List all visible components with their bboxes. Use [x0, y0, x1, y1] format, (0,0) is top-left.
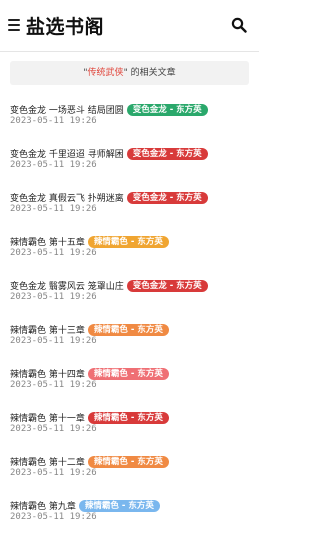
article-item[interactable]: 变色金龙 翳雾风云 笼罩山庄 变色金龙 - 东方英 2023-05-11 19:26 — [0, 270, 259, 314]
article-title[interactable]: 辣情霸色 第十三章 — [10, 326, 85, 336]
article-item[interactable]: 变色金龙 一场恶斗 结局团圆 变色金龙 - 东方英 2023-05-11 19:26 — [0, 94, 259, 138]
article-item[interactable]: 辣情霸色 第十四章 辣情霸色 - 东方英 2023-05-11 19:26 — [0, 358, 259, 402]
category-badge[interactable]: 辣情霸色 - 东方英 — [87, 323, 169, 336]
article-date: 2023-05-11 19:26 — [10, 248, 97, 258]
article-date: 2023-05-11 19:26 — [10, 512, 97, 522]
article-date: 2023-05-11 19:26 — [10, 468, 97, 478]
notice-keyword: 传统武侠 — [87, 68, 124, 78]
article-title[interactable]: 变色金龙 真假云飞 扑朔迷离 — [10, 194, 124, 204]
article-item[interactable]: 辣情霸色 第十五章 辣情霸色 - 东方英 2023-05-11 19:26 — [0, 226, 259, 270]
category-badge[interactable]: 辣情霸色 - 东方英 — [78, 499, 160, 512]
article-list: 变色金龙 一场恶斗 结局团圆 变色金龙 - 东方英 2023-05-11 19:26… — [0, 94, 259, 534]
category-badge[interactable]: 辣情霸色 - 东方英 — [87, 411, 169, 424]
app-header: 盐选书阁 — [0, 0, 259, 52]
category-badge[interactable]: 辣情霸色 - 东方英 — [87, 455, 169, 468]
article-item[interactable]: 辣情霸色 第十二章 辣情霸色 - 东方英 2023-05-11 19:26 — [0, 446, 259, 490]
article-title[interactable]: 变色金龙 翳雾风云 笼罩山庄 — [10, 282, 124, 292]
category-badge[interactable]: 变色金龙 - 东方英 — [126, 147, 208, 160]
category-badge[interactable]: 变色金龙 - 东方英 — [126, 103, 208, 116]
article-title[interactable]: 辣情霸色 第十四章 — [10, 370, 85, 380]
category-badge[interactable]: 变色金龙 - 东方英 — [126, 191, 208, 204]
site-title[interactable]: 盐选书阁 — [26, 12, 104, 39]
article-date: 2023-05-11 19:26 — [10, 160, 97, 170]
article-date: 2023-05-11 19:26 — [10, 116, 97, 126]
article-title[interactable]: 辣情霸色 第十一章 — [10, 414, 85, 424]
article-title[interactable]: 变色金龙 千里迢迢 寻师解困 — [10, 150, 124, 160]
article-date: 2023-05-11 19:26 — [10, 292, 97, 302]
category-badge[interactable]: 变色金龙 - 东方英 — [126, 279, 208, 292]
search-notice: "传统武侠" 的相关文章 — [10, 61, 249, 85]
article-item[interactable]: 变色金龙 真假云飞 扑朔迷离 变色金龙 - 东方英 2023-05-11 19:26 — [0, 182, 259, 226]
article-title[interactable]: 辣情霸色 第十五章 — [10, 238, 85, 248]
article-date: 2023-05-11 19:26 — [10, 380, 97, 390]
menu-icon[interactable] — [8, 19, 20, 31]
article-title[interactable]: 辣情霸色 第九章 — [10, 502, 76, 512]
category-badge[interactable]: 辣情霸色 - 东方英 — [87, 367, 169, 380]
article-item[interactable]: 辣情霸色 第十一章 辣情霸色 - 东方英 2023-05-11 19:26 — [0, 402, 259, 446]
notice-suffix: " 的相关文章 — [123, 68, 176, 78]
search-icon[interactable] — [231, 17, 247, 33]
article-item[interactable]: 辣情霸色 第十三章 辣情霸色 - 东方英 2023-05-11 19:26 — [0, 314, 259, 358]
article-title[interactable]: 辣情霸色 第十二章 — [10, 458, 85, 468]
article-date: 2023-05-11 19:26 — [10, 424, 97, 434]
article-item[interactable]: 辣情霸色 第九章 辣情霸色 - 东方英 2023-05-11 19:26 — [0, 490, 259, 534]
article-item[interactable]: 变色金龙 千里迢迢 寻师解困 变色金龙 - 东方英 2023-05-11 19:26 — [0, 138, 259, 182]
article-title[interactable]: 变色金龙 一场恶斗 结局团圆 — [10, 106, 124, 116]
category-badge[interactable]: 辣情霸色 - 东方英 — [87, 235, 169, 248]
article-date: 2023-05-11 19:26 — [10, 204, 97, 214]
article-date: 2023-05-11 19:26 — [10, 336, 97, 346]
